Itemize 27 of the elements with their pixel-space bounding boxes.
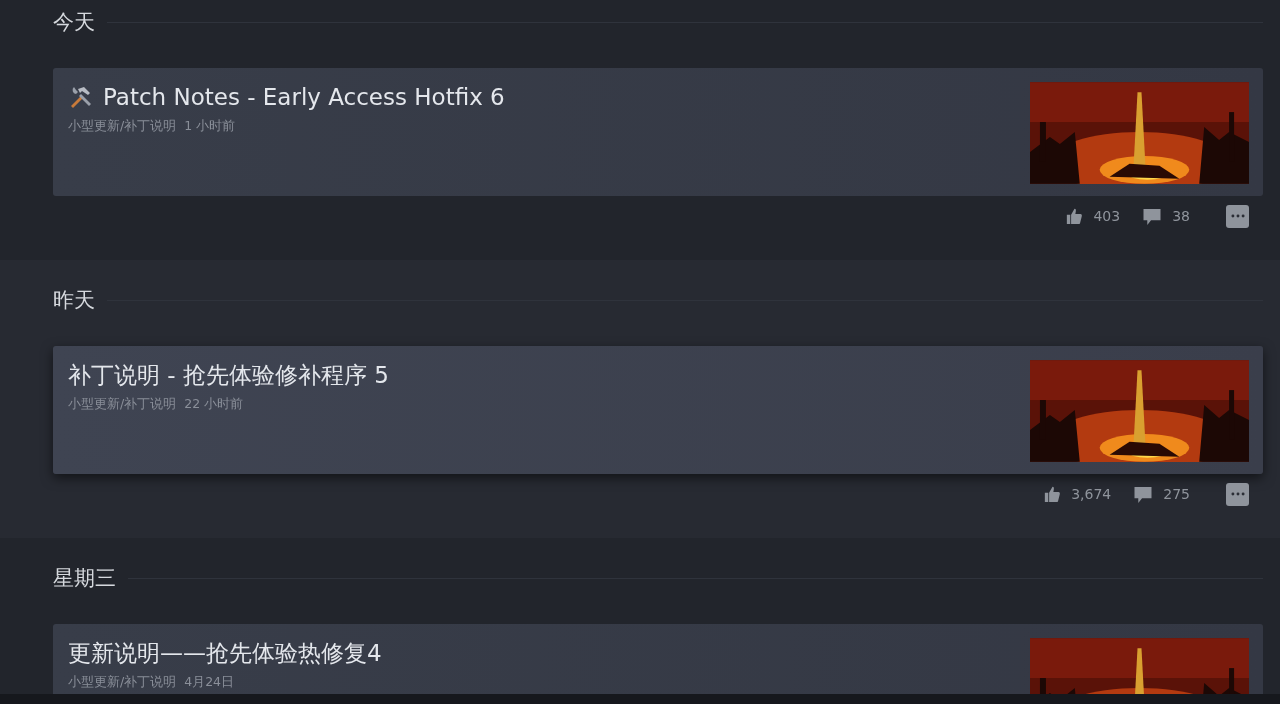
like-count: 403 xyxy=(1093,208,1121,224)
thumbs-up-icon[interactable] xyxy=(1066,207,1084,225)
post-title[interactable]: 更新说明——抢先体验热修复4 xyxy=(68,638,382,668)
comment-icon[interactable] xyxy=(1133,485,1154,503)
more-icon xyxy=(1229,212,1246,220)
day-heading: 星期三 xyxy=(53,565,116,592)
thumbs-up-icon[interactable] xyxy=(1044,485,1062,503)
comment-icon[interactable] xyxy=(1142,207,1163,225)
post-category: 小型更新/补丁说明 xyxy=(68,674,177,691)
more-button[interactable] xyxy=(1226,482,1249,506)
day-heading: 今天 xyxy=(53,9,95,36)
post-title[interactable]: Patch Notes - Early Access Hotfix 6 xyxy=(103,82,505,112)
comment-count: 38 xyxy=(1172,208,1190,224)
more-button[interactable] xyxy=(1226,204,1249,228)
post-card[interactable]: 补丁说明 - 抢先体验修补程序 5 小型更新/补丁说明 22 小时前 xyxy=(53,346,1263,474)
post-time: 1 小时前 xyxy=(184,118,236,135)
post-category: 小型更新/补丁说明 xyxy=(68,396,177,413)
post-category: 小型更新/补丁说明 xyxy=(68,118,177,135)
post-time: 4月24日 xyxy=(184,674,235,691)
like-count: 3,674 xyxy=(1071,486,1112,502)
post-card[interactable]: 更新说明——抢先体验热修复4 小型更新/补丁说明 4月24日 xyxy=(53,624,1263,694)
post-title[interactable]: 补丁说明 - 抢先体验修补程序 5 xyxy=(68,360,389,390)
post-time: 22 小时前 xyxy=(184,396,244,413)
day-heading: 昨天 xyxy=(53,287,95,314)
comment-count: 275 xyxy=(1163,486,1190,502)
post-card[interactable]: Patch Notes - Early Access Hotfix 6 小型更新/补丁说明 1 小时前 xyxy=(53,68,1263,196)
more-icon xyxy=(1229,490,1246,498)
